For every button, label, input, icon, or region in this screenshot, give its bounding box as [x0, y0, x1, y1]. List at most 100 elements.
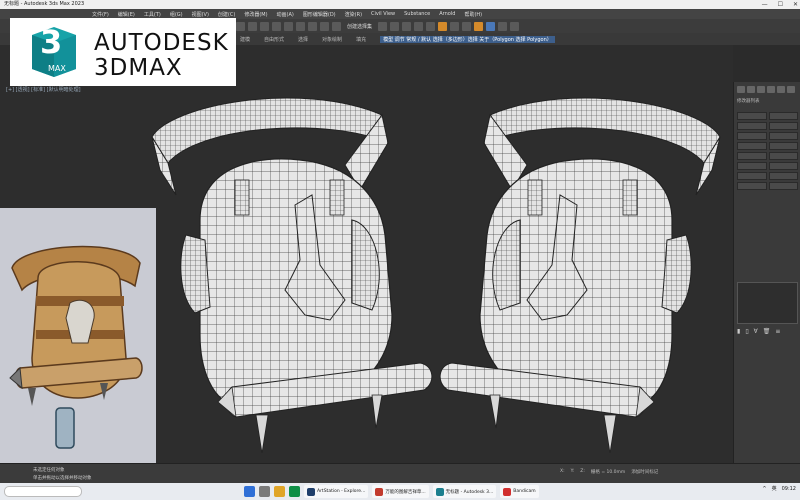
menu-help[interactable]: 帮助(H) — [464, 11, 482, 18]
modifier-button[interactable] — [768, 132, 798, 140]
rectangle-selection-icon[interactable] — [260, 21, 269, 31]
add-time-tag[interactable]: 添加时间标记 — [631, 469, 658, 475]
backpack-mesh-right[interactable] — [439, 97, 721, 454]
percent-snap-icon[interactable] — [332, 21, 341, 31]
modifier-button[interactable] — [737, 112, 767, 120]
modifier-button[interactable] — [768, 172, 798, 180]
modifier-button[interactable] — [768, 182, 798, 190]
taskbar-app-bandicam[interactable]: Bandicam — [500, 485, 539, 498]
menu-substance[interactable]: Substance — [404, 11, 430, 17]
schematic-icon[interactable] — [426, 21, 436, 31]
menu-civil-view[interactable]: Civil View — [371, 11, 395, 17]
project-icon[interactable] — [510, 21, 520, 31]
z-coordinate[interactable]: Z: — [580, 469, 585, 475]
menu-edit[interactable]: 编辑(E) — [118, 11, 135, 18]
rendered-frame-icon[interactable] — [462, 21, 472, 31]
modifier-button[interactable] — [737, 142, 767, 150]
render-icon[interactable] — [474, 21, 484, 31]
remove-modifier-icon[interactable]: 🗑 — [763, 328, 771, 335]
backpack-mesh-left[interactable] — [151, 97, 433, 454]
menu-rendering[interactable]: 渲染(R) — [345, 11, 362, 18]
render-setup-icon[interactable] — [450, 21, 460, 31]
tab-populate[interactable]: 填充 — [356, 36, 366, 43]
select-by-name-icon[interactable] — [248, 21, 257, 31]
configure-icon[interactable]: ≡ — [775, 328, 780, 335]
modifier-button-row — [737, 162, 798, 170]
tray-overflow-icon[interactable]: ^ — [762, 486, 766, 492]
close-button[interactable]: ✕ — [793, 0, 798, 9]
modifier-stack-list[interactable] — [737, 282, 798, 324]
selection-status: 未选定任何对象 — [33, 468, 65, 473]
ribbon-selection-info[interactable]: 模型 调节 常规 / 默认 选择（多边形）选择 关于（Polygon 选择 Po… — [380, 35, 555, 43]
modify-tab-icon[interactable] — [747, 85, 755, 93]
modifier-button[interactable] — [737, 182, 767, 190]
menu-arnold[interactable]: Arnold — [439, 11, 455, 17]
maximize-button[interactable]: ☐ — [778, 0, 783, 9]
modifier-button[interactable] — [768, 162, 798, 170]
selection-set-dropdown[interactable]: 创建选择集 — [344, 23, 375, 30]
modifier-button[interactable] — [768, 112, 798, 120]
scale-icon[interactable] — [296, 21, 305, 31]
pin-stack-icon[interactable]: ▮ — [737, 328, 740, 335]
modifier-button[interactable] — [737, 132, 767, 140]
display-tab-icon[interactable] — [777, 85, 785, 93]
taskbar-app-browser[interactable]: 万能的图解吉祥草... — [372, 485, 429, 498]
system-tray: ^ 英 09:12 — [762, 485, 796, 493]
menu-views[interactable]: 视图(V) — [192, 11, 209, 18]
wechat-icon[interactable] — [289, 486, 300, 497]
utilities-tab-icon[interactable] — [787, 85, 795, 93]
minimize-button[interactable]: — — [762, 0, 768, 9]
menu-tools[interactable]: 工具(T) — [144, 11, 161, 18]
modifier-button[interactable] — [737, 162, 767, 170]
start-icon[interactable] — [244, 486, 255, 497]
workspace-icon[interactable] — [498, 21, 508, 31]
3dsmax-icon — [435, 487, 444, 496]
make-unique-icon[interactable]: ∀ — [754, 328, 758, 335]
show-end-result-icon[interactable]: ▯ — [745, 328, 748, 335]
input-method-indicator[interactable]: 英 — [772, 485, 777, 492]
modifier-button[interactable] — [737, 172, 767, 180]
modifier-button[interactable] — [737, 122, 767, 130]
move-icon[interactable] — [272, 21, 281, 31]
select-object-icon[interactable] — [236, 21, 245, 31]
modifier-button-row — [737, 152, 798, 160]
menu-group[interactable]: 组(G) — [170, 11, 183, 18]
y-coordinate[interactable]: Y: — [571, 469, 575, 475]
file-explorer-icon[interactable] — [274, 486, 285, 497]
mirror-icon[interactable] — [378, 21, 388, 31]
layer-icon[interactable] — [402, 21, 412, 31]
tab-object-paint[interactable]: 对象绘制 — [322, 36, 342, 43]
taskbar-app-3dsmax[interactable]: 无标题 - Autodesk 3... — [432, 485, 497, 498]
tab-modeling[interactable]: 建模 — [240, 36, 250, 43]
material-editor-icon[interactable] — [438, 21, 448, 31]
taskbar-apps: ArtStation - Explore... 万能的图解吉祥草... 无标题 … — [244, 484, 539, 499]
modifier-button[interactable] — [768, 152, 798, 160]
modifier-button[interactable] — [768, 142, 798, 150]
modifier-list-label[interactable]: 修改器列表 — [737, 98, 760, 104]
angle-snap-icon[interactable] — [320, 21, 329, 31]
menu-animation[interactable]: 动画(A) — [277, 11, 294, 18]
taskbar-app-artstation[interactable]: ArtStation - Explore... — [304, 485, 369, 498]
menu-graph-editors[interactable]: 图形编辑器(D) — [303, 11, 336, 18]
motion-tab-icon[interactable] — [767, 85, 775, 93]
menu-modifiers[interactable]: 修改器(M) — [244, 11, 267, 18]
create-tab-icon[interactable] — [737, 85, 745, 93]
rotate-icon[interactable] — [284, 21, 293, 31]
modifier-button[interactable] — [737, 152, 767, 160]
tab-freeform[interactable]: 自由形式 — [264, 36, 284, 43]
modifier-button[interactable] — [768, 122, 798, 130]
curve-editor-icon[interactable] — [414, 21, 424, 31]
menu-create[interactable]: 创建(C) — [218, 11, 235, 18]
x-coordinate[interactable]: X: — [560, 469, 565, 475]
tab-selection[interactable]: 选择 — [298, 36, 308, 43]
clock[interactable]: 09:12 — [782, 486, 796, 492]
modifier-button-row — [737, 112, 798, 120]
taskbar-search-box[interactable] — [4, 486, 82, 497]
snap-icon[interactable] — [308, 21, 317, 31]
help-icon[interactable] — [486, 21, 496, 31]
hierarchy-tab-icon[interactable] — [757, 85, 765, 93]
task-view-icon[interactable] — [259, 486, 270, 497]
viewport-label[interactable]: [+] [透视] [标准] [默认明暗处理] — [6, 86, 81, 93]
menu-file[interactable]: 文件(F) — [92, 11, 109, 18]
align-icon[interactable] — [390, 21, 400, 31]
